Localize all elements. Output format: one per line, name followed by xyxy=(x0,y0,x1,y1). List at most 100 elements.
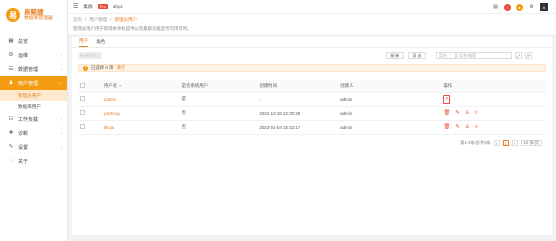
column-header-created-time: 创建时间 xyxy=(259,82,277,88)
breadcrumb-user-management[interactable]: 用户管理 xyxy=(89,17,107,23)
prev-page-button[interactable]: ‹ xyxy=(493,140,500,146)
chevron-right-icon: › xyxy=(60,52,63,58)
edit-icon[interactable]: ✎ xyxy=(455,110,460,116)
sidebar-item-label: 总览 xyxy=(18,38,29,45)
sidebar-subitem-db-users[interactable]: 数据库用户 xyxy=(0,101,67,112)
sidebar-item-label: 运维 xyxy=(18,52,29,59)
chevron-right-icon: › xyxy=(60,116,63,122)
alert-icon[interactable]: ! xyxy=(504,3,511,11)
sidebar-item-label: 数据管理 xyxy=(18,66,39,73)
filter-icon[interactable]: ▼ xyxy=(118,84,122,88)
document-icon[interactable]: ▤ xyxy=(492,4,499,11)
edit-icon[interactable]: ✎ xyxy=(455,124,460,130)
change-password-icon[interactable]: ⌕ xyxy=(443,94,451,104)
table-row: lihuai 否 2023-01-04 15:42:17 admin 🗑 ✎ ♙… xyxy=(78,120,546,135)
top-bar: ☰ 集群 Pro ahp1 ▤ ! ● ⚙ A xyxy=(68,0,556,14)
username-cell[interactable]: yanfeng xyxy=(101,106,180,121)
delete-icon[interactable]: 🗑 xyxy=(443,124,450,130)
page-description: 管理员用户用于管理本单机提供以及集群功能是否可用可用。 xyxy=(73,26,192,31)
change-password-icon[interactable]: ⌕ xyxy=(475,110,478,117)
brand-subtitle: 数据库管理器 xyxy=(24,15,53,21)
page-header: 首页 / 用户管理 / 管理员用户 管理员用户用于管理本单机提供以及集群功能是否… xyxy=(68,14,556,34)
env-badge: Pro xyxy=(97,4,108,9)
created-time-cell: - xyxy=(257,92,339,107)
page-size-select[interactable]: 10 条/页 xyxy=(520,140,542,146)
next-page-button[interactable]: › xyxy=(511,140,518,146)
page-button-current[interactable]: 1 xyxy=(502,140,509,146)
column-header-creator: 创建人 xyxy=(340,82,354,88)
sidebar-subitem-admin-users[interactable]: 管理员用户 xyxy=(0,90,67,101)
creator-cell: admin xyxy=(338,92,442,107)
sidebar: 易 易鲸捷 数据库管理器 ▦ 总览 ⚙ 运维 › ☰ 数据管理 › ♟ 用户管理… xyxy=(0,0,68,241)
refresh-button[interactable]: 刷 新 xyxy=(386,52,404,59)
grid-icon: ▦ xyxy=(8,38,14,44)
sidebar-item-label: 工作负载 xyxy=(18,116,39,123)
refresh-icon[interactable]: ⟳ xyxy=(525,52,532,59)
sidebar-item-label: 设置 xyxy=(18,144,29,151)
sidebar-item-label: 用户管理 xyxy=(18,80,39,87)
cluster-label: 集群 xyxy=(83,3,93,9)
breadcrumb-home[interactable]: 首页 xyxy=(73,17,82,23)
creator-cell: admin xyxy=(338,120,442,135)
database-icon: ☰ xyxy=(8,66,14,72)
info-icon: i xyxy=(83,65,88,71)
assign-role-icon[interactable]: ♙ xyxy=(465,124,470,130)
sidebar-item-overview[interactable]: ▦ 总览 xyxy=(0,34,67,48)
row-checkbox[interactable] xyxy=(80,96,85,101)
toolbar: 新建管理员 刷 新 导 出 用名 用名/搜索 ⤢ ⟳ xyxy=(72,48,552,64)
settings-icon: ✎ xyxy=(8,144,14,150)
row-checkbox[interactable] xyxy=(80,124,85,129)
search-input[interactable]: 用名/搜索 xyxy=(456,52,512,59)
selection-count: 已选择 0 项 xyxy=(91,65,114,70)
username-cell[interactable]: admin xyxy=(101,92,180,107)
table-row: admin 是 - admin ⌕ xyxy=(78,92,546,107)
sidebar-item-workload[interactable]: ☷ 工作负载 › xyxy=(0,112,67,126)
new-admin-button[interactable]: 新建管理员 xyxy=(78,52,102,59)
sidebar-item-user-management[interactable]: ♟ 用户管理 ⌄ xyxy=(0,76,67,90)
row-checkbox[interactable] xyxy=(80,110,85,115)
avatar[interactable]: A xyxy=(540,3,548,11)
cluster-selector[interactable]: ahp1 xyxy=(113,4,123,9)
fullscreen-icon[interactable]: ⤢ xyxy=(515,52,522,59)
username-cell[interactable]: lihuai xyxy=(101,120,180,135)
tab-roles[interactable]: 角色 xyxy=(96,39,105,47)
sidebar-item-data-management[interactable]: ☰ 数据管理 › xyxy=(0,62,67,76)
sidebar-item-label: 诊断 xyxy=(18,130,29,137)
delete-icon[interactable]: 🗑 xyxy=(443,110,450,116)
app-window: 易 易鲸捷 数据库管理器 ▦ 总览 ⚙ 运维 › ☰ 数据管理 › ♟ 用户管理… xyxy=(0,0,556,241)
sidebar-item-ops[interactable]: ⚙ 运维 › xyxy=(0,48,67,62)
logo: 易 xyxy=(6,8,20,22)
assign-role-icon[interactable]: ♙ xyxy=(465,110,470,116)
brand: 易 易鲸捷 数据库管理器 xyxy=(0,0,67,30)
select-all-checkbox[interactable] xyxy=(80,82,85,88)
menu-toggle-icon[interactable]: ☰ xyxy=(73,3,78,10)
column-header-actions: 操作 xyxy=(443,82,453,88)
chevron-right-icon: › xyxy=(60,144,63,150)
sidebar-item-label: 关于 xyxy=(18,158,29,165)
breadcrumb-separator: / xyxy=(110,17,112,22)
clear-selection-link[interactable]: 清空 xyxy=(116,65,125,71)
sidebar-item-about[interactable]: ◌ 关于 xyxy=(0,154,67,168)
stethoscope-icon: ✚ xyxy=(8,130,14,136)
export-button[interactable]: 导 出 xyxy=(408,52,426,59)
sidebar-item-diagnosis[interactable]: ✚ 诊断 › xyxy=(0,126,67,140)
pagination: 第1-3条/总共3条 ‹ 1 › 10 条/页 xyxy=(460,140,542,146)
column-header-system-user: 是否系统用户 xyxy=(181,82,209,88)
creator-cell: admin xyxy=(338,106,442,121)
gear-icon[interactable]: ⚙ xyxy=(528,4,535,11)
breadcrumb-current: 管理员用户 xyxy=(114,17,138,22)
wrench-icon: ⚙ xyxy=(8,52,14,58)
created-time-cell: 2023-01-04 15:42:17 xyxy=(257,120,339,135)
tab-bar: 用户 角色 xyxy=(72,37,552,48)
search-field-select[interactable]: 用名 xyxy=(436,52,456,59)
sidebar-nav: ▦ 总览 ⚙ 运维 › ☰ 数据管理 › ♟ 用户管理 ⌄ 管理员用户 数据库用… xyxy=(0,34,67,168)
chevron-down-icon: ⌄ xyxy=(58,80,62,85)
chevron-right-icon: › xyxy=(60,66,63,72)
column-header-username: 用户名 xyxy=(103,82,118,88)
brand-name: 易鲸捷 xyxy=(24,8,44,16)
tab-users[interactable]: 用户 xyxy=(79,38,89,47)
sidebar-item-settings[interactable]: ✎ 设置 › xyxy=(0,140,67,154)
top-icons: ▤ ! ● ⚙ A xyxy=(492,3,548,11)
change-password-icon[interactable]: ⌕ xyxy=(475,124,478,131)
notification-icon[interactable]: ● xyxy=(516,3,523,11)
